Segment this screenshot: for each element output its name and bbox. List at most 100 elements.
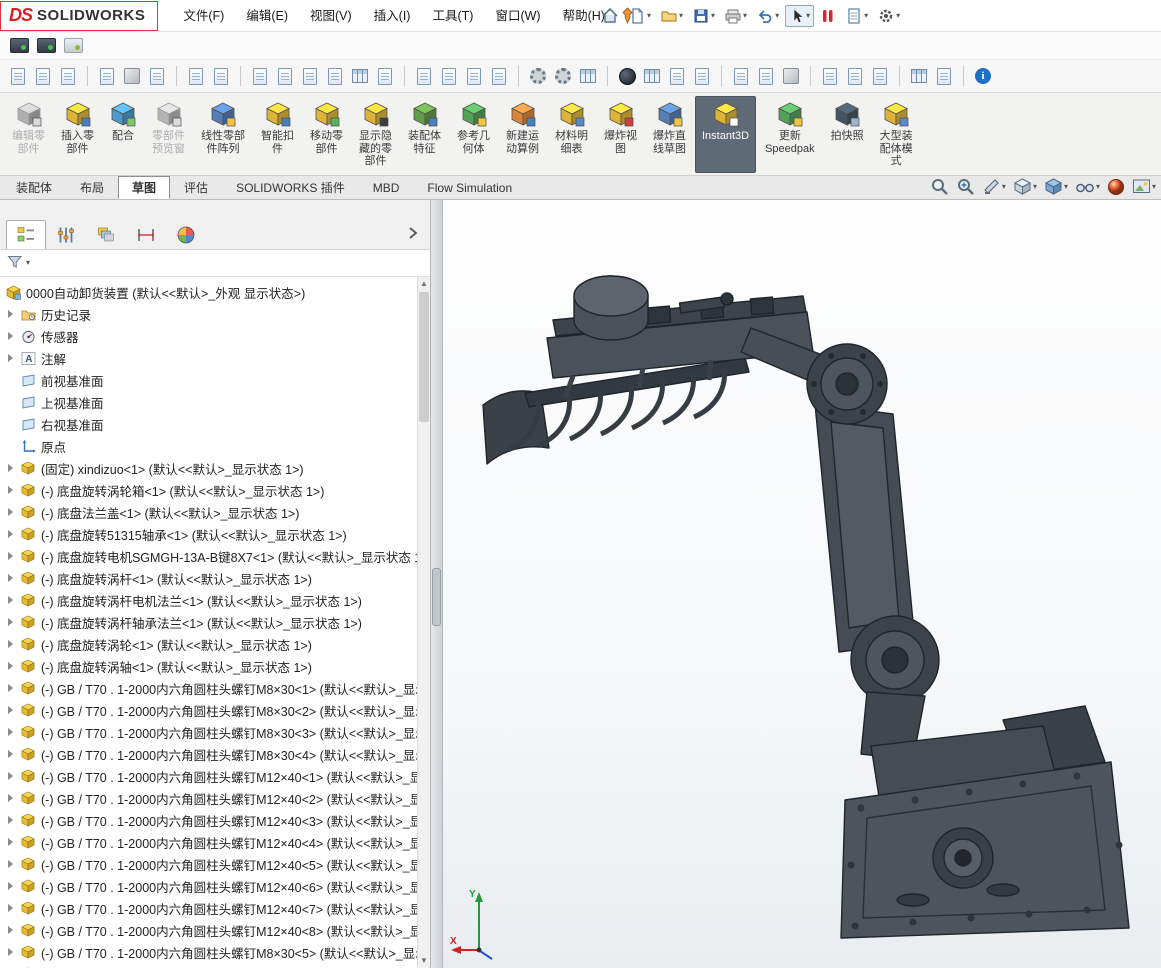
- expand-arrow[interactable]: [8, 332, 20, 340]
- expand-arrow[interactable]: [8, 574, 20, 582]
- propertymanager-tab[interactable]: [46, 220, 86, 249]
- ribbon-show-hidden-components-button[interactable]: 显示隐藏的零部件: [352, 96, 399, 173]
- tree-item[interactable]: (-) GB / T70 . 1-2000内六角圆柱头螺钉M12×40<3> (…: [0, 809, 417, 831]
- std-tool-icon-4[interactable]: [97, 65, 117, 87]
- ribbon-move-component-button[interactable]: 移动零部件: [303, 96, 350, 173]
- expand-arrow[interactable]: [8, 904, 20, 912]
- tree-item[interactable]: (-) GB / T70 . 1-2000内六角圆柱头螺钉M8×30<2> (默…: [0, 699, 417, 721]
- std-tool-icon-26[interactable]: [731, 65, 751, 87]
- tree-item[interactable]: (-) 底盘旋转涡杆电机法兰<1> (默认<<默认>_显示状态 1>): [0, 589, 417, 611]
- tree-item[interactable]: (-) GB / T70 . 1-2000内六角圆柱头螺钉M8×30<3> (默…: [0, 721, 417, 743]
- tab-mbd[interactable]: MBD: [359, 176, 414, 198]
- ribbon-explode-line-sketch-button[interactable]: 爆炸直线草图: [646, 96, 693, 173]
- options-gear-icon[interactable]: ▾: [874, 5, 903, 27]
- undo-icon[interactable]: ▾: [753, 5, 782, 27]
- dropdown-caret-icon[interactable]: ▾: [896, 12, 900, 20]
- ribbon-new-motion-study-button[interactable]: 新建运动算例: [499, 96, 546, 173]
- displaymanager-tab[interactable]: [166, 220, 206, 249]
- expand-arrow[interactable]: [8, 706, 20, 714]
- dropdown-caret-icon[interactable]: ▾: [806, 12, 810, 20]
- dropdown-caret-icon[interactable]: ▾: [1096, 183, 1100, 191]
- tree-item[interactable]: (-) GB / T70 . 1-2000内六角圆柱头螺钉M12×40<4> (…: [0, 831, 417, 853]
- expand-arrow[interactable]: [8, 882, 20, 890]
- panel-collapse-handle[interactable]: [432, 568, 441, 626]
- expand-arrow[interactable]: [8, 552, 20, 560]
- select-arrow-icon[interactable]: ▾: [785, 5, 814, 27]
- expand-arrow[interactable]: [8, 596, 20, 604]
- std-tool-icon-24[interactable]: [667, 65, 687, 87]
- tab-assembly[interactable]: 装配体: [2, 176, 66, 198]
- dropdown-caret-icon[interactable]: ▾: [775, 12, 779, 20]
- tree-item[interactable]: 前视基准面: [0, 369, 417, 391]
- dropdown-caret-icon[interactable]: ▾: [1002, 183, 1006, 191]
- tree-item[interactable]: (-) 底盘旋转涡轮<1> (默认<<默认>_显示状态 1>): [0, 633, 417, 655]
- tree-item[interactable]: (-) 底盘旋转涡杆轴承法兰<1> (默认<<默认>_显示状态 1>): [0, 611, 417, 633]
- home-icon[interactable]: [598, 5, 622, 27]
- menu-file[interactable]: 文件(F): [172, 1, 235, 31]
- std-tool-icon-11[interactable]: [300, 65, 320, 87]
- std-tool-icon-8[interactable]: [211, 65, 231, 87]
- file-properties-icon[interactable]: ▾: [842, 5, 871, 27]
- dimxpertmanager-tab[interactable]: [126, 220, 166, 249]
- expand-arrow[interactable]: [8, 860, 20, 868]
- tree-root-item[interactable]: 0000自动卸货装置 (默认<<默认>_外观 显示状态>): [0, 281, 417, 303]
- std-tool-icon-5[interactable]: [122, 65, 142, 87]
- std-tool-icon-21[interactable]: [578, 65, 598, 87]
- scrollbar-thumb[interactable]: [419, 292, 429, 422]
- ribbon-reference-geometry-button[interactable]: 参考几何体: [450, 96, 497, 173]
- tab-flow-simulation[interactable]: Flow Simulation: [413, 176, 526, 198]
- dropdown-caret-icon[interactable]: ▾: [743, 12, 747, 20]
- ribbon-insert-component-button[interactable]: 插入零部件: [54, 96, 101, 173]
- ribbon-exploded-view-button[interactable]: 爆炸视图: [597, 96, 644, 173]
- expand-arrow[interactable]: [8, 662, 20, 670]
- tab-solidworks-addins[interactable]: SOLIDWORKS 插件: [222, 176, 359, 198]
- scroll-up-button[interactable]: ▲: [418, 277, 430, 291]
- tree-item[interactable]: (-) 底盘旋转涡轴<1> (默认<<默认>_显示状态 1>): [0, 655, 417, 677]
- expand-arrow[interactable]: [8, 684, 20, 692]
- std-tool-icon-29[interactable]: [820, 65, 840, 87]
- tree-item[interactable]: (-) GB / T70 . 1-2000内六角圆柱头螺钉M12×40<7> (…: [0, 897, 417, 919]
- tree-item[interactable]: (-) 底盘旋转涡杆<1> (默认<<默认>_显示状态 1>): [0, 567, 417, 589]
- std-tool-icon-19[interactable]: [528, 65, 548, 87]
- ribbon-instant3d-button[interactable]: Instant3D: [695, 96, 756, 173]
- tab-layout[interactable]: 布局: [66, 176, 118, 198]
- std-tool-icon-28[interactable]: [781, 65, 801, 87]
- std-tool-icon-17[interactable]: [464, 65, 484, 87]
- expand-arrow[interactable]: [8, 618, 20, 626]
- std-tool-icon-23[interactable]: [642, 65, 662, 87]
- expand-arrow[interactable]: [8, 728, 20, 736]
- tree-item[interactable]: 历史记录: [0, 303, 417, 325]
- std-tool-icon-25[interactable]: [692, 65, 712, 87]
- filter-caret-icon[interactable]: ▾: [26, 259, 30, 267]
- print-icon[interactable]: ▾: [721, 5, 750, 27]
- expand-arrow[interactable]: [8, 640, 20, 648]
- tree-item[interactable]: (-) 底盘旋转51315轴承<1> (默认<<默认>_显示状态 1>): [0, 523, 417, 545]
- ribbon-edit-component-button[interactable]: 编辑零部件: [5, 96, 52, 173]
- std-tool-icon-9[interactable]: [250, 65, 270, 87]
- tree-item[interactable]: 上视基准面: [0, 391, 417, 413]
- ribbon-smart-fasteners-button[interactable]: 智能扣件: [254, 96, 301, 173]
- dropdown-caret-icon[interactable]: ▾: [1064, 183, 1068, 191]
- rebuild-icon[interactable]: [817, 5, 839, 27]
- ribbon-bill-of-materials-button[interactable]: 材料明细表: [548, 96, 595, 173]
- tree-item[interactable]: (-) GB / T70 . 1-2000内六角圆柱头螺钉M12×40<2> (…: [0, 787, 417, 809]
- ribbon-mate-button[interactable]: 配合: [103, 96, 143, 173]
- std-tool-icon-18[interactable]: [489, 65, 509, 87]
- apply-scene-icon[interactable]: ▾: [1132, 178, 1156, 195]
- menu-insert[interactable]: 插入(I): [363, 1, 422, 31]
- screen-capture-icon[interactable]: [10, 38, 29, 53]
- graphics-area[interactable]: Y X: [443, 200, 1161, 968]
- std-tool-icon-7[interactable]: [186, 65, 206, 87]
- ribbon-update-speedpak-button[interactable]: 更新Speedpak: [758, 96, 822, 173]
- configurationmanager-tab[interactable]: [86, 220, 126, 249]
- expand-arrow[interactable]: [8, 772, 20, 780]
- display-style-icon[interactable]: ▾: [1044, 177, 1068, 196]
- record-video-icon[interactable]: [37, 38, 56, 53]
- menu-window[interactable]: 窗口(W): [484, 1, 551, 31]
- panel-expand-chevron[interactable]: [408, 226, 424, 249]
- tree-item[interactable]: (-) GB / T70 . 1-2000内六角圆柱头螺钉M12×40<6> (…: [0, 875, 417, 897]
- std-tool-icon-10[interactable]: [275, 65, 295, 87]
- std-tool-icon-32[interactable]: [909, 65, 929, 87]
- expand-arrow[interactable]: [8, 948, 20, 956]
- std-tool-icon-6[interactable]: [147, 65, 167, 87]
